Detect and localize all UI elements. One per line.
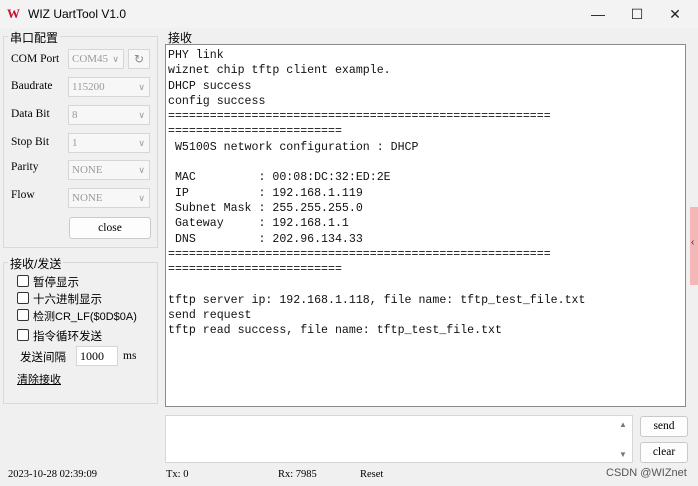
status-datetime: 2023-10-28 02:39:09 [8,469,97,480]
chevron-down-icon: ∨ [138,110,145,120]
refresh-ports-button[interactable]: ↻ [128,49,150,69]
close-port-button[interactable]: close [69,217,151,239]
status-bar: 2023-10-28 02:39:09 Tx: 0 Rx: 7985 Reset… [0,465,698,486]
pause-display-checkbox[interactable] [17,275,29,287]
stop-bit-label: Stop Bit [11,136,50,148]
receive-line: wiznet chip tftp client example. [168,64,391,78]
wiznet-w-icon: W [7,6,20,21]
pause-display-label: 暂停显示 [33,277,79,289]
receive-line: DHCP success [168,79,252,93]
receive-line: IP : 192.168.1.119 [168,186,363,200]
parity-value: NONE [72,164,103,176]
scroll-down-icon[interactable]: ▼ [619,450,627,459]
detect-crlf-checkbox[interactable] [17,309,29,321]
receive-line: send request [168,309,252,323]
receive-log: PHY link wiznet chip tftp client example.… [166,45,685,339]
stop-bit-select[interactable]: 1 ∨ [68,133,150,153]
serial-config-title: 串口配置 [8,29,61,46]
com-port-value: COM45 [72,53,109,65]
send-recv-title: 接收/发送 [8,255,64,272]
detect-crlf-label: 检测CR_LF($0D$0A) [33,311,137,323]
stop-bit-value: 1 [72,137,78,149]
send-textarea[interactable]: ▲ ▼ [165,415,633,463]
send-button[interactable]: send [640,416,688,437]
close-window-button[interactable]: ✕ [652,0,698,28]
receive-line: tftp server ip: 192.168.1.118, file name… [168,293,586,307]
clear-send-button[interactable]: clear [640,442,688,463]
receive-line: ========================================… [168,110,551,124]
data-bit-select[interactable]: 8 ∨ [68,105,150,125]
loop-send-checkbox[interactable] [17,329,29,341]
receive-line: tftp read success, file name: tftp_test_… [168,324,502,338]
clear-receive-link[interactable]: 清除接收 [17,371,61,387]
baudrate-select[interactable]: 115200 ∨ [68,77,150,97]
parity-label: Parity [11,161,39,173]
window-title: WIZ UartTool V1.0 [28,7,127,21]
chevron-down-icon: ∨ [138,165,145,175]
baudrate-value: 115200 [72,81,105,93]
hex-display-checkbox[interactable] [17,292,29,304]
hex-display-label: 十六进制显示 [33,294,102,306]
chevron-down-icon: ∨ [138,138,145,148]
receive-line: config success [168,94,266,108]
com-port-select[interactable]: COM45 ∨ [68,49,124,69]
loop-send-label: 指令循环发送 [33,331,102,343]
send-interval-input[interactable]: 1000 [76,346,118,366]
chevron-down-icon: ∨ [112,54,119,64]
receive-textarea[interactable]: PHY link wiznet chip tftp client example.… [165,44,686,407]
data-bit-value: 8 [72,109,78,121]
scroll-up-icon[interactable]: ▲ [619,420,627,429]
receive-line: DNS : 202.96.134.33 [168,232,363,246]
receive-line: PHY link [168,49,224,62]
receive-line [168,155,685,170]
receive-line: Subnet Mask : 255.255.255.0 [168,201,363,215]
receive-line: ========================================… [168,247,551,261]
receive-line [168,277,685,292]
receive-line: MAC : 00:08:DC:32:ED:2E [168,171,391,185]
receive-line: W5100S network configuration : DHCP [168,140,419,154]
baudrate-label: Baudrate [11,80,53,92]
interval-unit-label: ms [123,350,137,362]
flow-label: Flow [11,189,35,201]
receive-line: ========================= [168,125,342,139]
flow-value: NONE [72,192,103,204]
status-tx: Tx: 0 [166,469,189,480]
chevron-down-icon: ∨ [138,82,145,92]
send-interval-label: 发送间隔 [20,352,66,364]
receive-line: Gateway : 192.168.1.1 [168,217,349,231]
com-port-label: COM Port [11,53,60,65]
status-reset[interactable]: Reset [360,469,383,480]
data-bit-label: Data Bit [11,108,50,120]
parity-select[interactable]: NONE ∨ [68,160,150,180]
send-scrollbar[interactable]: ▲ ▼ [617,417,631,461]
refresh-icon: ↻ [133,52,145,66]
title-bar: W WIZ UartTool V1.0 — ☐ ✕ [0,0,698,28]
flow-select[interactable]: NONE ∨ [68,188,150,208]
status-rx: Rx: 7985 [278,469,317,480]
csdn-watermark: CSDN @WIZnet [606,467,687,479]
chevron-down-icon: ∨ [138,193,145,203]
side-collapse-tab[interactable]: ‹ [690,207,698,285]
receive-line: ========================= [168,263,342,277]
chevron-left-icon: ‹ [691,237,695,248]
